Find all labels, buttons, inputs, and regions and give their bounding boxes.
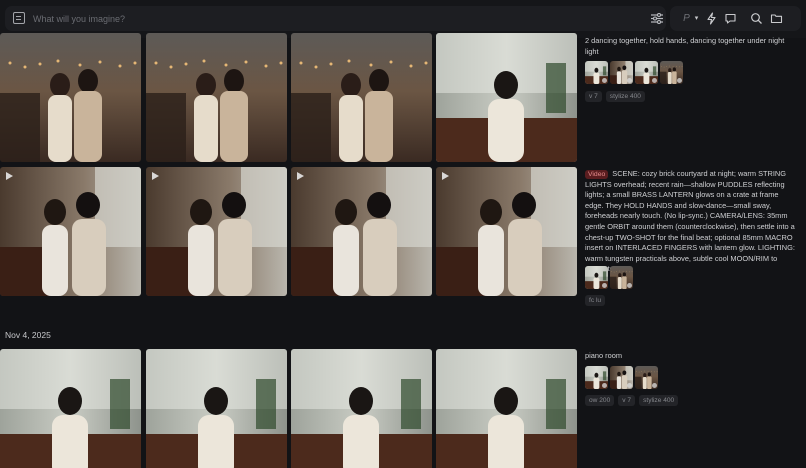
play-icon (297, 172, 304, 180)
reference-thumb[interactable] (635, 61, 658, 84)
video-thumbnail[interactable] (0, 167, 141, 296)
lightning-icon[interactable] (705, 12, 718, 25)
image-thumbnail[interactable] (0, 33, 141, 162)
param-chip[interactable]: stylize 400 (639, 395, 679, 406)
chevron-down-icon[interactable]: ▾ (690, 12, 703, 25)
date-heading: Nov 4, 2025 (5, 330, 51, 340)
reference-thumb[interactable] (610, 366, 633, 389)
play-icon (442, 172, 449, 180)
param-chip[interactable]: v 7 (585, 91, 602, 102)
param-chip[interactable]: fc lu (585, 295, 606, 306)
play-icon (152, 172, 159, 180)
reference-thumb[interactable] (635, 366, 658, 389)
prompt-input[interactable] (33, 11, 623, 26)
sliders-icon[interactable] (651, 13, 663, 24)
image-thumbnail[interactable] (146, 349, 287, 468)
reference-images (585, 266, 633, 289)
param-chip[interactable]: v 7 (618, 395, 636, 406)
search-icon[interactable] (750, 12, 763, 25)
image-thumbnail[interactable] (0, 349, 141, 468)
prompt-caption[interactable]: piano room (585, 351, 795, 362)
reference-images (585, 366, 658, 389)
param-chip[interactable]: ow 200 (585, 395, 615, 406)
prompt-box[interactable] (5, 6, 666, 31)
video-tag: Video (585, 170, 609, 179)
reference-thumb[interactable] (585, 61, 608, 84)
tool-group: P ▾ (670, 6, 801, 31)
image-thumbnail[interactable] (436, 349, 577, 468)
reference-thumb[interactable] (610, 266, 633, 289)
video-thumbnail[interactable] (146, 167, 287, 296)
param-chip[interactable]: stylize 400 (605, 91, 645, 102)
parameter-chips: ow 200 v 7 stylize 400 (585, 395, 679, 406)
folder-icon[interactable] (770, 12, 783, 25)
play-icon (6, 172, 13, 180)
prompt-caption[interactable]: Video SCENE: cozy brick courtyard at nigh… (585, 169, 795, 275)
image-thumbnail[interactable] (146, 33, 287, 162)
prompt-icon (13, 12, 25, 24)
image-thumbnail[interactable] (436, 33, 577, 162)
video-thumbnail[interactable] (436, 167, 577, 296)
image-thumbnail[interactable] (291, 33, 432, 162)
reference-images (585, 61, 683, 84)
reference-thumb[interactable] (585, 366, 608, 389)
reference-thumb[interactable] (610, 61, 633, 84)
parameter-chips: v 7 stylize 400 (585, 91, 645, 102)
prompt-caption[interactable]: 2 dancing together, hold hands, dancing … (585, 36, 795, 57)
reference-thumb[interactable] (660, 61, 683, 84)
prompt-caption-text: SCENE: cozy brick courtyard at night; wa… (585, 169, 795, 273)
chat-icon[interactable] (724, 12, 737, 25)
image-thumbnail[interactable] (291, 349, 432, 468)
video-thumbnail[interactable] (291, 167, 432, 296)
reference-thumb[interactable] (585, 266, 608, 289)
parameter-chips: fc lu (585, 295, 606, 306)
